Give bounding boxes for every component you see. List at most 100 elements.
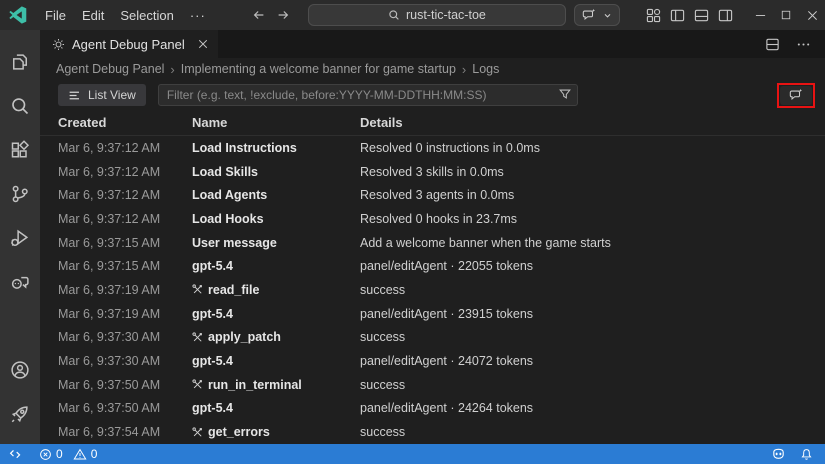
search-value: rust-tic-tac-toe <box>406 8 486 22</box>
activity-bar <box>0 30 40 444</box>
table-row[interactable]: Mar 6, 9:37:15 AM User message Add a wel… <box>40 231 825 255</box>
row-details: success <box>360 378 825 392</box>
row-details: success <box>360 283 825 297</box>
editor-actions <box>765 30 825 58</box>
search-command-center[interactable]: rust-tic-tac-toe <box>308 4 566 26</box>
split-editor-icon[interactable] <box>765 37 780 52</box>
table-row[interactable]: Mar 6, 9:37:54 AM get_errors success <box>40 420 825 444</box>
tab-agent-debug-panel[interactable]: Agent Debug Panel <box>40 30 219 58</box>
tools-icon <box>192 427 203 438</box>
row-created: Mar 6, 9:37:30 AM <box>58 330 192 344</box>
filter-input[interactable] <box>158 84 578 106</box>
row-created: Mar 6, 9:37:12 AM <box>58 141 192 155</box>
close-window-button[interactable] <box>799 0 825 30</box>
notifications-bell-icon[interactable] <box>800 448 813 461</box>
gear-icon <box>52 38 65 51</box>
back-arrow-icon[interactable] <box>252 8 266 22</box>
breadcrumb-item[interactable]: Implementing a welcome banner for game s… <box>181 62 456 76</box>
row-created: Mar 6, 9:37:50 AM <box>58 401 192 415</box>
run-debug-icon[interactable] <box>0 216 40 260</box>
minimize-button[interactable] <box>747 0 773 30</box>
title-bar: FileEditSelection ··· rust-tic-tac-toe <box>0 0 825 30</box>
warning-icon <box>73 448 87 461</box>
row-details: panel/editAgent · 24264 tokens <box>360 401 825 415</box>
problems-indicator[interactable]: 0 0 <box>39 447 103 461</box>
row-created: Mar 6, 9:37:30 AM <box>58 354 192 368</box>
row-details: Resolved 0 instructions in 0.0ms <box>360 141 825 155</box>
row-created: Mar 6, 9:37:19 AM <box>58 283 192 297</box>
breadcrumb: Agent Debug Panel›Implementing a welcome… <box>40 58 825 80</box>
table-row[interactable]: Mar 6, 9:37:12 AM Load Agents Resolved 3… <box>40 183 825 207</box>
chat-copilot-sidebar-icon[interactable] <box>0 260 40 304</box>
menu-selection[interactable]: Selection <box>112 5 181 26</box>
tab-close-icon[interactable] <box>198 39 208 49</box>
column-created[interactable]: Created <box>58 115 192 130</box>
breadcrumb-item[interactable]: Agent Debug Panel <box>56 62 164 76</box>
row-name: Load Skills <box>192 165 360 179</box>
log-table: Created Name Details Mar 6, 9:37:12 AM L… <box>40 110 825 444</box>
chevron-down-icon <box>603 11 612 20</box>
menu-file[interactable]: File <box>37 5 74 26</box>
history-nav <box>252 8 290 22</box>
list-view-button[interactable]: List View <box>58 84 146 106</box>
row-details: Resolved 3 skills in 0.0ms <box>360 165 825 179</box>
breadcrumb-item[interactable]: Logs <box>472 62 499 76</box>
toggle-secondary-sidebar-icon[interactable] <box>718 8 733 23</box>
table-row[interactable]: Mar 6, 9:37:12 AM Load Skills Resolved 3… <box>40 160 825 184</box>
menu-edit[interactable]: Edit <box>74 5 112 26</box>
row-details: panel/editAgent · 24072 tokens <box>360 354 825 368</box>
search-icon <box>388 9 400 21</box>
source-control-icon[interactable] <box>0 172 40 216</box>
tab-label: Agent Debug Panel <box>72 37 185 52</box>
menu-overflow-button[interactable]: ··· <box>182 5 214 26</box>
explorer-icon[interactable] <box>0 40 40 84</box>
remote-indicator-icon[interactable] <box>0 444 31 464</box>
table-row[interactable]: Mar 6, 9:37:50 AM run_in_terminal succes… <box>40 373 825 397</box>
row-name: gpt-5.4 <box>192 259 360 273</box>
account-icon[interactable] <box>0 348 40 392</box>
row-details: panel/editAgent · 23915 tokens <box>360 307 825 321</box>
table-row[interactable]: Mar 6, 9:37:19 AM gpt-5.4 panel/editAgen… <box>40 302 825 326</box>
table-row[interactable]: Mar 6, 9:37:12 AM Load Instructions Reso… <box>40 136 825 160</box>
filter-field-wrap <box>158 84 578 106</box>
filter-funnel-icon[interactable] <box>558 87 572 101</box>
menu-bar: FileEditSelection <box>37 5 182 26</box>
toggle-panel-icon[interactable] <box>694 8 709 23</box>
maximize-button[interactable] <box>773 0 799 30</box>
column-details[interactable]: Details <box>360 115 825 130</box>
rocket-icon[interactable] <box>0 392 40 436</box>
error-count: 0 <box>56 447 63 461</box>
panel-copilot-chat-button[interactable] <box>780 86 812 105</box>
more-actions-icon[interactable] <box>796 37 811 52</box>
row-details: Resolved 0 hooks in 23.7ms <box>360 212 825 226</box>
extensions-icon[interactable] <box>0 128 40 172</box>
toggle-sidebar-icon[interactable] <box>670 8 685 23</box>
row-created: Mar 6, 9:37:19 AM <box>58 307 192 321</box>
status-bar-right <box>771 447 825 462</box>
window-controls <box>747 0 825 30</box>
row-details: success <box>360 330 825 344</box>
log-toolbar: List View <box>40 80 825 110</box>
row-details: Add a welcome banner when the game start… <box>360 236 825 250</box>
column-name[interactable]: Name <box>192 115 360 130</box>
copilot-status-icon[interactable] <box>771 447 786 462</box>
list-view-label: List View <box>88 88 136 102</box>
row-name: gpt-5.4 <box>192 401 360 415</box>
warning-count: 0 <box>91 447 98 461</box>
list-icon <box>68 89 81 102</box>
copilot-chat-button[interactable] <box>574 4 620 26</box>
table-row[interactable]: Mar 6, 9:37:30 AM apply_patch success <box>40 326 825 350</box>
forward-arrow-icon[interactable] <box>276 8 290 22</box>
vscode-logo-icon <box>9 6 27 24</box>
row-name: gpt-5.4 <box>192 307 360 321</box>
table-row[interactable]: Mar 6, 9:37:15 AM gpt-5.4 panel/editAgen… <box>40 254 825 278</box>
customize-layout-icon[interactable] <box>646 8 661 23</box>
row-created: Mar 6, 9:37:12 AM <box>58 212 192 226</box>
log-table-header: Created Name Details <box>40 110 825 136</box>
table-row[interactable]: Mar 6, 9:37:12 AM Load Hooks Resolved 0 … <box>40 207 825 231</box>
search-sidebar-icon[interactable] <box>0 84 40 128</box>
table-row[interactable]: Mar 6, 9:37:30 AM gpt-5.4 panel/editAgen… <box>40 349 825 373</box>
table-row[interactable]: Mar 6, 9:37:50 AM gpt-5.4 panel/editAgen… <box>40 397 825 421</box>
table-row[interactable]: Mar 6, 9:37:19 AM read_file success <box>40 278 825 302</box>
row-created: Mar 6, 9:37:50 AM <box>58 378 192 392</box>
